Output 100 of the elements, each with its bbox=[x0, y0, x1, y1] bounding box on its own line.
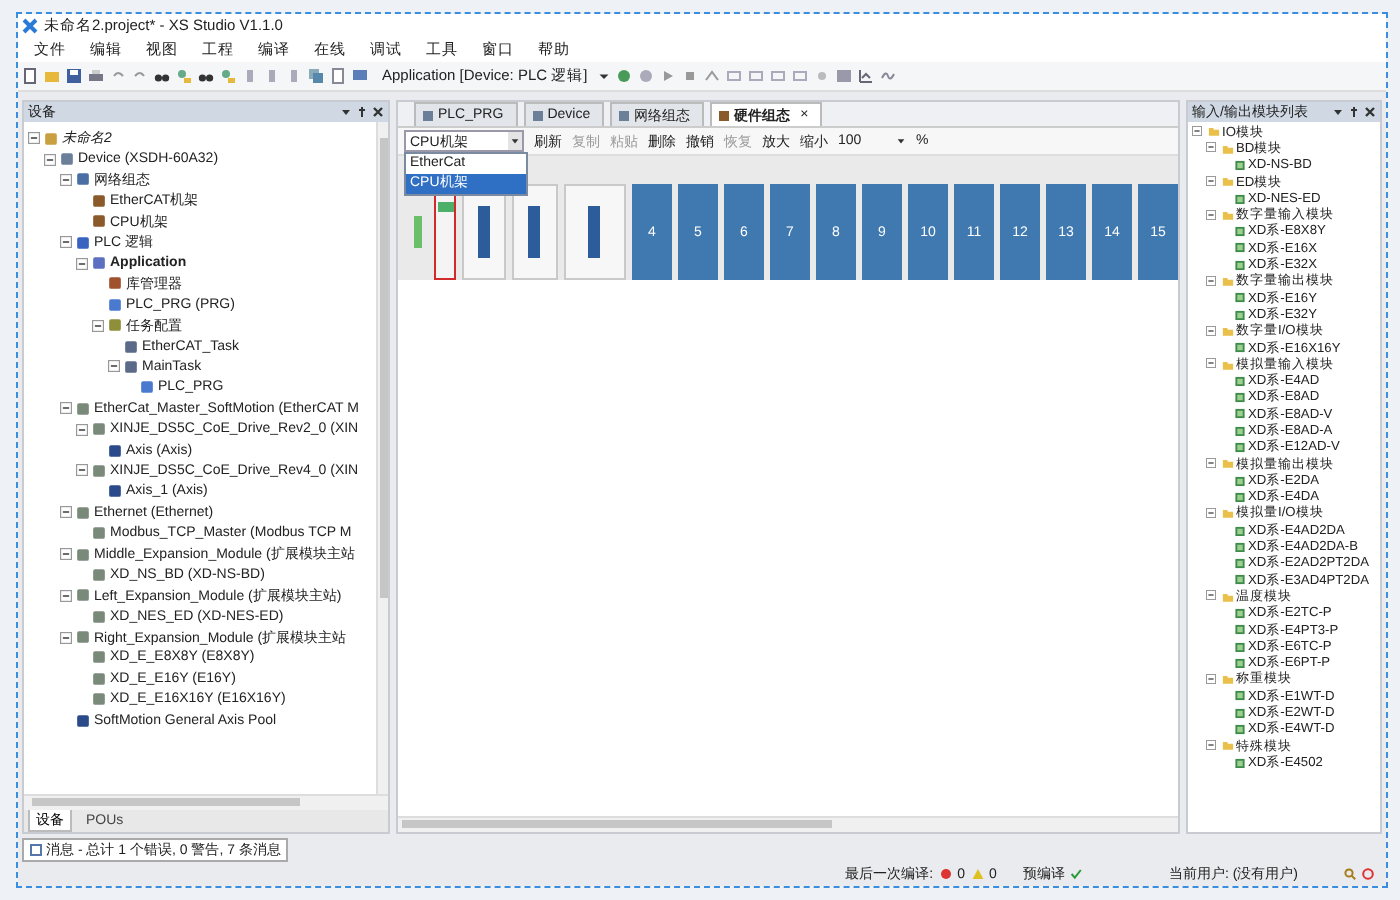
module-icon bbox=[1233, 159, 1245, 171]
node-icon bbox=[76, 235, 90, 250]
node-icon bbox=[92, 650, 106, 665]
scrollbar[interactable] bbox=[376, 122, 388, 794]
monitor-icon[interactable] bbox=[352, 68, 368, 84]
node-icon bbox=[76, 172, 90, 187]
node-icon bbox=[124, 339, 138, 354]
collapse-toggle[interactable] bbox=[60, 548, 72, 560]
collapse-toggle[interactable] bbox=[1206, 325, 1218, 338]
disconnect-icon[interactable] bbox=[637, 68, 654, 84]
node-icon bbox=[92, 214, 106, 229]
folder-icon bbox=[1221, 591, 1233, 603]
collapse-toggle[interactable] bbox=[44, 153, 56, 166]
node-icon bbox=[76, 588, 90, 603]
chart-icon[interactable] bbox=[857, 68, 874, 84]
collapse-toggle[interactable] bbox=[76, 257, 88, 270]
collapse-toggle[interactable] bbox=[108, 360, 120, 373]
pin-icon[interactable] bbox=[1348, 106, 1360, 118]
close-icon[interactable] bbox=[372, 106, 384, 118]
folder-icon bbox=[1221, 209, 1233, 221]
module-icon bbox=[1233, 342, 1245, 354]
collapse-toggle[interactable] bbox=[1206, 507, 1218, 520]
scrollbar[interactable] bbox=[398, 816, 1178, 832]
document-icon bbox=[618, 109, 631, 121]
collapse-toggle[interactable] bbox=[76, 423, 88, 436]
project-icon bbox=[44, 131, 58, 146]
collapse-toggle[interactable] bbox=[60, 402, 72, 415]
dropdown-arrow-icon[interactable] bbox=[597, 70, 610, 82]
node-icon bbox=[140, 380, 154, 395]
node-icon bbox=[108, 297, 122, 312]
collapse-toggle[interactable] bbox=[1206, 458, 1218, 471]
windows-icon[interactable] bbox=[308, 68, 324, 84]
collapse-toggle[interactable] bbox=[60, 589, 72, 602]
collapse-toggle[interactable] bbox=[1206, 209, 1218, 222]
collapse-toggle[interactable] bbox=[1206, 673, 1218, 686]
collapse-toggle[interactable] bbox=[60, 236, 72, 249]
dropdown-arrow-icon[interactable] bbox=[340, 106, 352, 118]
collapse-toggle[interactable] bbox=[1192, 126, 1204, 139]
folder-icon bbox=[1221, 359, 1233, 371]
wave-icon[interactable] bbox=[879, 68, 896, 84]
collapse-toggle[interactable] bbox=[1206, 358, 1218, 371]
folder-icon bbox=[1221, 276, 1233, 288]
node-icon bbox=[124, 359, 138, 374]
node-icon bbox=[76, 713, 90, 728]
collapse-toggle[interactable] bbox=[1206, 590, 1218, 603]
node-icon bbox=[92, 193, 106, 208]
node-icon bbox=[76, 547, 90, 561]
dropdown-arrow-icon[interactable] bbox=[1332, 106, 1344, 118]
node-icon bbox=[92, 609, 106, 624]
folder-icon bbox=[1221, 508, 1233, 520]
collapse-toggle[interactable] bbox=[60, 173, 72, 186]
app-logo-icon bbox=[22, 18, 38, 34]
collapse-toggle[interactable] bbox=[28, 132, 40, 145]
node-icon bbox=[60, 152, 74, 167]
node-icon bbox=[92, 567, 106, 582]
node-icon bbox=[92, 671, 106, 686]
page-icon[interactable] bbox=[330, 68, 346, 84]
node-icon bbox=[108, 443, 122, 458]
binoculars-icon[interactable] bbox=[154, 68, 170, 84]
search-icon[interactable] bbox=[1344, 868, 1356, 880]
folder-icon bbox=[1221, 458, 1233, 470]
collapse-toggle[interactable] bbox=[1206, 275, 1218, 288]
pin-icon[interactable] bbox=[356, 106, 368, 118]
module-icon bbox=[1233, 757, 1245, 769]
play-icon[interactable] bbox=[659, 68, 676, 84]
node-icon bbox=[76, 401, 90, 416]
dropdown-arrow-icon bbox=[510, 136, 520, 146]
node-icon bbox=[108, 276, 122, 291]
node-icon bbox=[92, 692, 106, 707]
node-icon bbox=[76, 505, 90, 520]
new-file-icon[interactable] bbox=[22, 68, 38, 84]
expansion-module[interactable] bbox=[563, 184, 626, 280]
node-icon bbox=[92, 422, 106, 437]
folder-icon bbox=[1221, 325, 1233, 337]
module-icon bbox=[1233, 193, 1245, 205]
expansion-module[interactable] bbox=[512, 184, 558, 280]
collapse-toggle[interactable] bbox=[60, 506, 72, 519]
node-icon bbox=[92, 463, 106, 478]
collapse-toggle[interactable] bbox=[92, 319, 104, 332]
save-icon[interactable] bbox=[66, 68, 82, 84]
folder-icon bbox=[1221, 674, 1233, 686]
node-icon bbox=[108, 318, 122, 333]
folder-icon bbox=[1221, 740, 1233, 752]
collapse-toggle[interactable] bbox=[60, 631, 72, 644]
scrollbar[interactable] bbox=[24, 794, 388, 810]
node-icon bbox=[108, 484, 122, 499]
message-icon bbox=[30, 844, 42, 856]
print-icon[interactable] bbox=[88, 68, 104, 84]
collapse-toggle[interactable] bbox=[76, 464, 88, 477]
close-icon[interactable] bbox=[1364, 106, 1376, 118]
collapse-toggle[interactable] bbox=[1206, 176, 1218, 189]
document-icon bbox=[718, 109, 731, 121]
document-icon bbox=[422, 109, 434, 121]
collapse-toggle[interactable] bbox=[1206, 740, 1218, 753]
node-icon bbox=[92, 256, 106, 271]
dropdown-arrow-icon bbox=[896, 136, 906, 146]
binoculars-icon[interactable] bbox=[198, 68, 214, 84]
stop-icon[interactable] bbox=[681, 68, 698, 84]
collapse-toggle[interactable] bbox=[1206, 142, 1218, 155]
node-icon bbox=[76, 630, 90, 645]
